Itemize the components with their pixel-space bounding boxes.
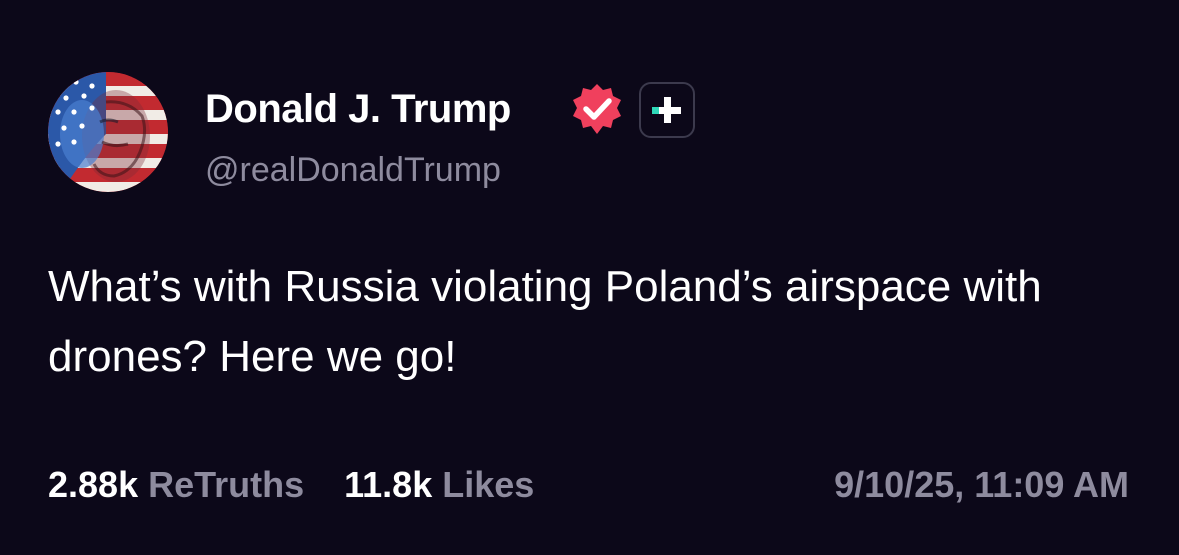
flag-face-avatar-icon [48, 72, 168, 192]
display-name[interactable]: Donald J. Trump [205, 84, 511, 134]
truth-post: Donald J. Trump @realDonaldTrump What’s … [0, 0, 1179, 555]
post-timestamp[interactable]: 9/10/25, 11:09 AM [834, 462, 1129, 508]
likes-label: Likes [442, 464, 535, 505]
retruths-stat[interactable]: 2.88k ReTruths [48, 464, 304, 506]
truth-plus-icon [639, 82, 695, 138]
post-stats: 2.88k ReTruths 11.8k Likes [48, 462, 534, 508]
likes-count: 11.8k [344, 464, 433, 505]
likes-stat[interactable]: 11.8k Likes [344, 464, 534, 506]
retruths-count: 2.88k [48, 464, 139, 505]
verified-check-icon [569, 82, 625, 138]
post-text: What’s with Russia violating Poland’s ai… [48, 262, 1042, 381]
user-handle[interactable]: @realDonaldTrump [205, 148, 501, 192]
retruths-label: ReTruths [148, 464, 305, 505]
avatar[interactable] [48, 72, 168, 192]
